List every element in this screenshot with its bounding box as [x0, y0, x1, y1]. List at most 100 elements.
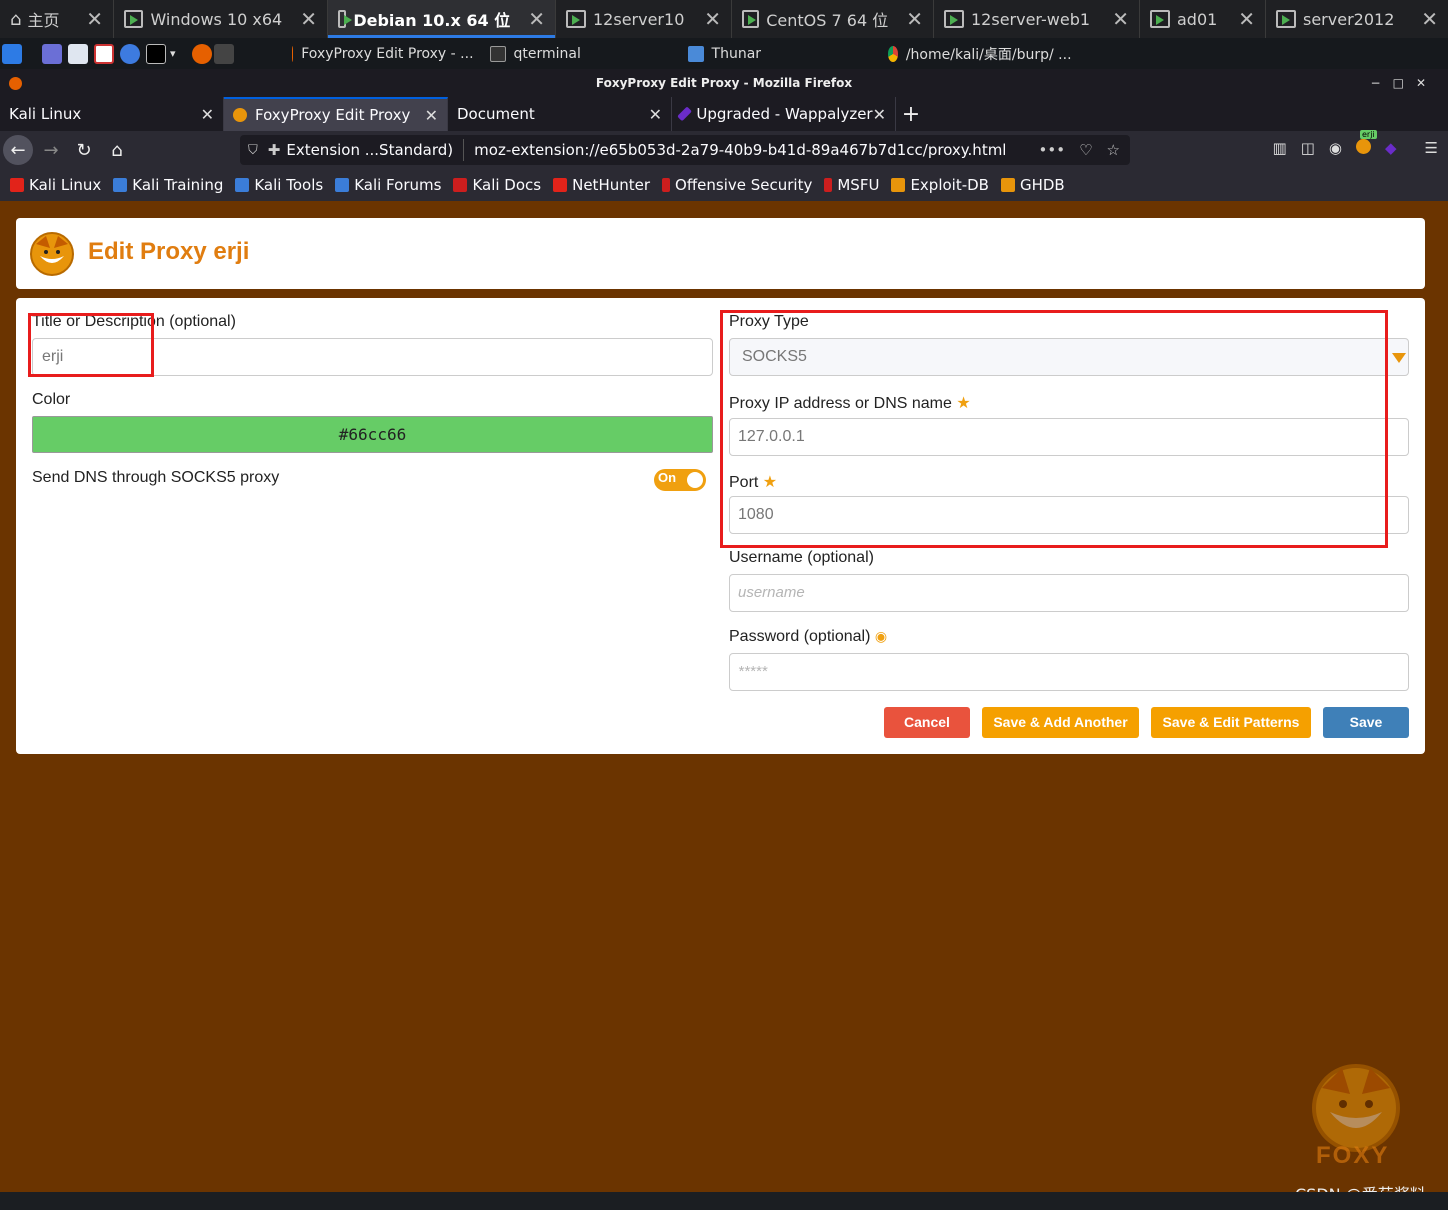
extension-identity[interactable]: ✚ Extension ...Standard): [258, 139, 465, 161]
chevron-down-icon[interactable]: ▾: [170, 47, 176, 60]
menu-icon[interactable]: ☰: [1425, 139, 1438, 158]
tab-label: Document: [457, 105, 535, 123]
bookmark-icon: [824, 178, 833, 192]
tab-label: Kali Linux: [9, 105, 82, 123]
shield-icon[interactable]: ⛉: [248, 143, 258, 158]
close-icon[interactable]: ✕: [888, 7, 923, 31]
wappalyzer-icon[interactable]: ◆: [1385, 139, 1397, 158]
task-label: Thunar: [711, 45, 762, 62]
annotation-box-title: [28, 313, 154, 377]
vm-tab-12server10[interactable]: 12server10 ✕: [556, 0, 732, 38]
text-editor-icon[interactable]: [94, 43, 114, 64]
bookmark-ghdb[interactable]: GHDB: [1000, 176, 1065, 194]
vm-tab-ad01[interactable]: ad01 ✕: [1140, 0, 1266, 38]
vm-tab-windows10[interactable]: Windows 10 x64 ✕: [114, 0, 328, 38]
page-actions-icon[interactable]: •••: [1039, 141, 1066, 159]
color-picker[interactable]: #66cc66: [32, 416, 713, 453]
vm-tab-server2012[interactable]: server2012 ✕: [1266, 0, 1448, 38]
vm-tab-centos[interactable]: CentOS 7 64 位 ✕: [732, 0, 934, 38]
vm-tab-12server-web1[interactable]: 12server-web1 ✕: [934, 0, 1140, 38]
save-edit-patterns-button[interactable]: Save & Edit Patterns: [1151, 707, 1311, 738]
browser-tab-foxyproxy[interactable]: FoxyProxy Edit Proxy ✕: [224, 97, 448, 131]
bookmark-offensive-security[interactable]: Offensive Security: [662, 176, 812, 194]
foxy-logo-text: FOXY: [1316, 1142, 1390, 1169]
close-icon[interactable]: ✕: [68, 7, 103, 31]
bookmark-exploit-db[interactable]: Exploit-DB: [891, 176, 989, 194]
window-controls[interactable]: −□✕: [1371, 69, 1438, 97]
kali-taskbar: ▾ FoxyProxy Edit Proxy - ... qterminal T…: [0, 38, 1448, 69]
close-icon[interactable]: ✕: [1220, 7, 1255, 31]
close-icon[interactable]: ✕: [201, 105, 214, 124]
browser-icon[interactable]: [120, 43, 140, 64]
browser-tab-wappalyzer[interactable]: Upgraded - Wappalyzer ✕: [672, 97, 896, 131]
bookmark-kali-tools[interactable]: Kali Tools: [235, 176, 323, 194]
close-icon[interactable]: ✕: [282, 7, 317, 31]
reload-icon[interactable]: ↻: [69, 135, 99, 165]
new-tab-plus-icon[interactable]: +: [896, 97, 926, 131]
bookmark-kali-forums[interactable]: Kali Forums: [335, 176, 441, 194]
dns-toggle[interactable]: On: [654, 469, 706, 491]
terminal-icon[interactable]: [146, 43, 166, 64]
close-icon[interactable]: ✕: [686, 7, 721, 31]
bookmark-icon: [235, 178, 250, 192]
username-input[interactable]: username: [729, 574, 1409, 612]
account-icon[interactable]: ◉: [1329, 139, 1342, 158]
save-button[interactable]: Save: [1323, 707, 1409, 738]
back-arrow-icon[interactable]: ←: [3, 135, 33, 165]
cancel-button[interactable]: Cancel: [884, 707, 970, 738]
pocket-icon[interactable]: ♡: [1079, 141, 1092, 159]
bookmark-label: Kali Forums: [354, 176, 442, 194]
save-add-another-button[interactable]: Save & Add Another: [982, 707, 1139, 738]
workspace-icon[interactable]: [213, 43, 234, 64]
close-icon[interactable]: ✕: [1094, 7, 1129, 31]
browser-tab-document[interactable]: Document ✕: [448, 97, 672, 131]
bookmark-icon: [553, 178, 568, 192]
browser-tab-kali-linux[interactable]: Kali Linux ✕: [0, 97, 224, 131]
vm-tab-label: CentOS 7 64 位: [766, 11, 889, 30]
eye-icon[interactable]: ◉: [875, 628, 887, 644]
puzzle-icon: ✚: [267, 141, 281, 159]
close-icon[interactable]: ✕: [510, 7, 545, 31]
password-input[interactable]: *****: [729, 653, 1409, 691]
file-manager-icon[interactable]: [68, 43, 88, 64]
bookmark-kali-training[interactable]: Kali Training: [113, 176, 223, 194]
foxyproxy-toolbar-icon[interactable]: erji: [1356, 130, 1377, 158]
task-label: FoxyProxy Edit Proxy - ...: [301, 45, 474, 62]
toggle-label: On: [658, 470, 677, 485]
bookmark-nethunter[interactable]: NetHunter: [553, 176, 650, 194]
vm-tab-label: 主页: [27, 11, 60, 30]
vm-tab-home[interactable]: ⌂ 主页 ✕: [0, 0, 114, 38]
vm-icon: [124, 10, 144, 28]
close-icon[interactable]: ✕: [1403, 7, 1438, 31]
kali-menu-icon[interactable]: [2, 43, 22, 64]
vm-tab-bar: ⌂ 主页 ✕ Windows 10 x64 ✕ Debian 10.x 64 位…: [0, 0, 1448, 38]
taskbar-task-qterminal[interactable]: qterminal: [482, 38, 680, 69]
close-icon[interactable]: ✕: [649, 105, 662, 124]
home-icon[interactable]: ⌂: [102, 135, 132, 165]
library-icon[interactable]: ▥: [1273, 139, 1287, 158]
url-bar[interactable]: ⛉ ✚ Extension ...Standard) moz-extension…: [240, 135, 1130, 165]
taskbar-task-chrome[interactable]: /home/kali/桌面/burp/ ...: [880, 38, 1080, 69]
sidebar-icon[interactable]: ◫: [1301, 139, 1315, 158]
bookmark-kali-docs[interactable]: Kali Docs: [453, 176, 541, 194]
forward-arrow-icon[interactable]: →: [36, 135, 66, 165]
vm-tab-label: server2012: [1303, 9, 1395, 29]
url-text[interactable]: moz-extension://e65b053d-2a79-40b9-b41d-…: [464, 141, 1006, 159]
bookmark-icon: [1000, 178, 1015, 192]
wappalyzer-icon: [677, 106, 693, 122]
task-label: /home/kali/桌面/burp/ ...: [905, 46, 1072, 63]
bookmark-kali-linux[interactable]: Kali Linux: [10, 176, 101, 194]
bookmark-icon: [113, 178, 128, 192]
vm-tab-debian[interactable]: Debian 10.x 64 位 ✕: [328, 0, 556, 38]
desktop-icon[interactable]: [42, 43, 62, 64]
vm-icon: [338, 10, 353, 28]
taskbar-task-firefox[interactable]: FoxyProxy Edit Proxy - ...: [284, 38, 482, 69]
close-icon[interactable]: ✕: [873, 105, 886, 124]
bookmark-star-icon[interactable]: ☆: [1107, 141, 1120, 159]
bookmark-label: Offensive Security: [675, 176, 813, 194]
close-icon[interactable]: ✕: [425, 106, 438, 125]
bookmark-msfu[interactable]: MSFU: [824, 176, 879, 194]
bookmark-icon: [891, 178, 906, 192]
firefox-icon[interactable]: [191, 43, 212, 64]
taskbar-task-thunar[interactable]: Thunar: [680, 38, 880, 69]
